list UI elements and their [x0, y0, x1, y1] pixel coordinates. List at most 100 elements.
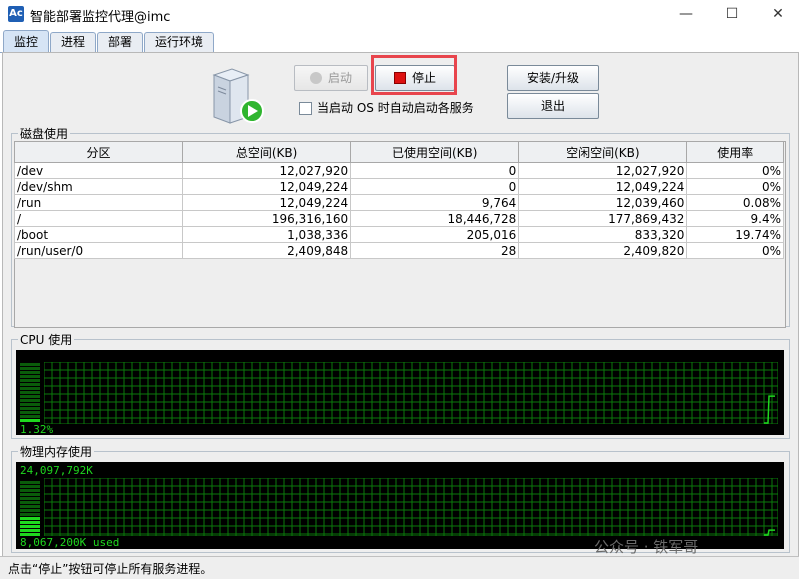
meter-segment	[20, 407, 40, 410]
tab-deploy[interactable]: 部署	[97, 32, 143, 52]
meter-segment	[20, 493, 40, 496]
cell-total: 12,027,920	[182, 162, 352, 179]
cell-total: 12,049,224	[182, 178, 352, 195]
cell-free: 2,409,820	[518, 242, 688, 259]
cell-usage-rate: 0%	[686, 178, 784, 195]
autostart-checkbox[interactable]: 当启动 OS 时自动启动各服务	[299, 99, 474, 116]
meter-segment	[20, 387, 40, 390]
meter-segment	[20, 399, 40, 402]
table-row[interactable]: /run/user/0 2,409,848 28 2,409,820 0%	[13, 242, 784, 259]
cell-free: 177,869,432	[518, 210, 688, 227]
minimize-button[interactable]: —	[663, 0, 709, 28]
cell-free: 12,039,460	[518, 194, 688, 211]
install-upgrade-button[interactable]: 安装/升级	[507, 65, 599, 91]
close-button[interactable]: ✕	[755, 0, 799, 28]
status-text: 点击“停止”按钮可停止所有服务进程。	[8, 562, 213, 576]
meter-segment	[20, 363, 40, 366]
meter-segment	[20, 505, 40, 508]
meter-segment	[20, 481, 40, 484]
meter-segment	[20, 485, 40, 488]
meter-segment	[20, 379, 40, 382]
meter-segment	[20, 403, 40, 406]
column-header-total[interactable]: 总空间(KB)	[182, 141, 352, 163]
memory-usage-label: 物理内存使用	[18, 443, 95, 460]
table-row[interactable]: /run 12,049,224 9,764 12,039,460 0.08%	[13, 194, 784, 211]
cell-partition: /dev/shm	[13, 178, 184, 195]
cpu-usage-label: CPU 使用	[18, 331, 75, 348]
cpu-monitor: 1.32%	[16, 350, 784, 436]
cell-usage-rate: 0%	[686, 162, 784, 179]
cell-total: 12,049,224	[182, 194, 352, 211]
cell-partition: /run	[13, 194, 184, 211]
cell-free: 833,320	[518, 226, 688, 243]
meter-segment	[20, 513, 40, 516]
disk-usage-label: 磁盘使用	[18, 125, 71, 142]
meter-segment	[20, 497, 40, 500]
cell-used: 28	[350, 242, 520, 259]
cpu-usage-group: CPU 使用 1.32%	[11, 331, 790, 439]
stop-button-highlight	[371, 55, 457, 95]
tab-runtime-env[interactable]: 运行环境	[144, 32, 214, 52]
meter-segment	[20, 367, 40, 370]
column-header-used[interactable]: 已使用空间(KB)	[350, 141, 520, 163]
meter-segment	[20, 391, 40, 394]
table-row[interactable]: / 196,316,160 18,446,728 177,869,432 9.4…	[13, 210, 784, 227]
meter-segment	[20, 525, 40, 528]
table-row[interactable]: /boot 1,038,336 205,016 833,320 19.74%	[13, 226, 784, 243]
cell-usage-rate: 9.4%	[686, 210, 784, 227]
meter-segment	[20, 415, 40, 418]
cell-free: 12,049,224	[518, 178, 688, 195]
cell-used: 205,016	[350, 226, 520, 243]
watermark: 公众号 · 铁军哥	[594, 538, 699, 556]
start-button[interactable]: 启动	[294, 65, 368, 91]
column-header-partition[interactable]: 分区	[13, 141, 184, 163]
cell-total: 2,409,848	[182, 242, 352, 259]
autostart-label: 当启动 OS 时自动启动各服务	[317, 101, 474, 115]
cpu-history-graph	[44, 362, 778, 424]
memory-history-graph	[44, 478, 778, 536]
disk-usage-group: 磁盘使用 分区 总空间(KB) 已使用空间(KB) 空闲空间(KB) 使用率 /…	[11, 125, 790, 328]
table-row[interactable]: /dev 12,027,920 0 12,027,920 0%	[13, 162, 784, 179]
cell-usage-rate: 0%	[686, 242, 784, 259]
meter-segment	[20, 371, 40, 374]
status-bar: 点击“停止”按钮可停止所有服务进程。	[0, 556, 799, 579]
column-header-free[interactable]: 空闲空间(KB)	[518, 141, 688, 163]
meter-segment	[20, 517, 40, 520]
exit-button[interactable]: 退出	[507, 93, 599, 119]
cell-free: 12,027,920	[518, 162, 688, 179]
meter-segment	[20, 489, 40, 492]
tab-monitor[interactable]: 监控	[3, 30, 49, 53]
cell-used: 9,764	[350, 194, 520, 211]
cell-total: 1,038,336	[182, 226, 352, 243]
table-row[interactable]: /dev/shm 12,049,224 0 12,049,224 0%	[13, 178, 784, 195]
memory-usage-meter	[20, 481, 40, 536]
meter-segment	[20, 375, 40, 378]
disk-table-header: 分区 总空间(KB) 已使用空间(KB) 空闲空间(KB) 使用率	[13, 141, 784, 163]
meter-segment	[20, 419, 40, 422]
autostart-checkbox-box[interactable]	[299, 102, 312, 115]
cpu-usage-value: 1.32%	[20, 423, 54, 436]
cell-total: 196,316,160	[182, 210, 352, 227]
column-header-usage-rate[interactable]: 使用率	[686, 141, 784, 163]
cell-used: 0	[350, 178, 520, 195]
cpu-usage-meter	[20, 363, 40, 422]
tab-process[interactable]: 进程	[50, 32, 96, 52]
cell-used: 0	[350, 162, 520, 179]
window-title: 智能部署监控代理@imc	[30, 10, 171, 25]
meter-segment	[20, 509, 40, 512]
meter-segment	[20, 395, 40, 398]
meter-segment	[20, 501, 40, 504]
meter-segment	[20, 411, 40, 414]
meter-segment	[20, 383, 40, 386]
cell-partition: /run/user/0	[13, 242, 184, 259]
meter-segment	[20, 529, 40, 532]
play-icon	[309, 71, 322, 84]
monitor-panel: 启动 停止 安装/升级 退出 当启动 OS 时自动启动各服务 磁盘使用 分区 总…	[2, 52, 799, 557]
memory-used-value: 8,067,200K used	[20, 536, 120, 549]
cell-used: 18,446,728	[350, 210, 520, 227]
meter-segment	[20, 521, 40, 524]
tab-bar: 监控 进程 部署 运行环境	[0, 30, 799, 53]
maximize-button[interactable]: ☐	[709, 0, 755, 28]
title-bar: Ac 智能部署监控代理@imc — ☐ ✕	[0, 0, 799, 28]
memory-total-value: 24,097,792K	[20, 464, 93, 477]
